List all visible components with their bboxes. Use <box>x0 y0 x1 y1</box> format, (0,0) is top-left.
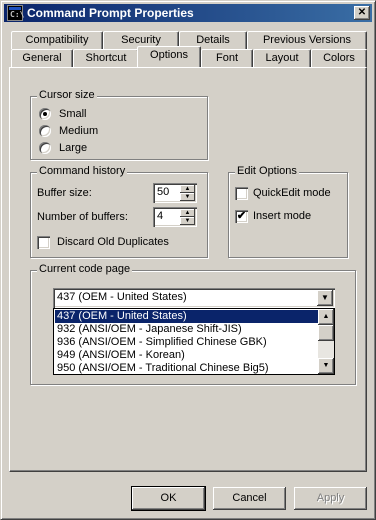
close-button[interactable]: ✕ <box>354 6 370 20</box>
discard-duplicates-label[interactable]: Discard Old Duplicates <box>57 236 169 249</box>
options-panel: Cursor size Small Medium Large Command h… <box>9 67 367 472</box>
cursor-large-radio[interactable] <box>39 142 51 154</box>
tab-label: Layout <box>265 52 299 64</box>
code-page-option[interactable]: 936 (ANSI/OEM - Simplified Chinese GBK) <box>55 336 318 349</box>
tab-label: Details <box>196 34 230 46</box>
code-page-option[interactable]: 950 (ANSI/OEM - Traditional Chinese Big5… <box>55 362 318 374</box>
cancel-button-label: Cancel <box>232 492 267 504</box>
tab-label: Colors <box>323 52 355 64</box>
code-page-select[interactable]: 437 (OEM - United States) ▼ <box>53 288 335 308</box>
command-history-legend: Command history <box>37 165 128 177</box>
tab-font[interactable]: Font <box>201 49 253 67</box>
code-page-group: Current code page 437 (OEM - United Stat… <box>30 263 356 385</box>
code-page-option[interactable]: 949 (ANSI/OEM - Korean) <box>55 349 318 362</box>
code-page-legend: Current code page <box>37 263 133 275</box>
num-buffers-stepper[interactable]: 4 ▲ ▼ <box>153 207 197 227</box>
close-icon: ✕ <box>357 7 367 18</box>
tab-label: General <box>22 52 62 64</box>
num-buffers-label: Number of buffers: <box>37 211 128 223</box>
scroll-thumb[interactable] <box>318 325 334 341</box>
properties-window: C:\ Command Prompt Properties ✕ Compatib… <box>0 0 376 520</box>
code-page-dropdown-list[interactable]: 437 (OEM - United States) 932 (ANSI/OEM … <box>53 308 335 375</box>
insert-mode-label[interactable]: Insert mode <box>253 210 311 223</box>
cursor-large-label[interactable]: Large <box>59 142 87 155</box>
tab-layout[interactable]: Layout <box>253 49 311 67</box>
cancel-button[interactable]: Cancel <box>213 487 286 510</box>
tab-shortcut[interactable]: Shortcut <box>73 49 139 67</box>
scroll-up-icon[interactable]: ▲ <box>318 309 334 325</box>
cursor-medium-label[interactable]: Medium <box>59 125 98 138</box>
ok-button[interactable]: OK <box>131 486 206 511</box>
tab-label: Compatibility <box>25 34 89 46</box>
num-buffers-up-icon[interactable]: ▲ <box>180 209 195 217</box>
tab-previous-versions[interactable]: Previous Versions <box>247 31 367 49</box>
tab-label: Previous Versions <box>262 34 352 46</box>
num-buffers-down-icon[interactable]: ▼ <box>180 217 195 225</box>
quickedit-checkbox[interactable] <box>235 187 248 200</box>
cursor-small-radio[interactable] <box>39 108 51 120</box>
chevron-down-icon[interactable]: ▼ <box>317 290 333 306</box>
buffer-size-down-icon[interactable]: ▼ <box>180 193 195 201</box>
insert-mode-checkbox[interactable]: ✔ <box>235 210 248 223</box>
discard-duplicates-checkbox[interactable] <box>37 236 50 249</box>
cursor-size-legend: Cursor size <box>37 89 97 101</box>
tab-label: Security <box>121 34 161 46</box>
code-page-selected-value: 437 (OEM - United States) <box>57 291 187 303</box>
buffer-size-stepper[interactable]: 50 ▲ ▼ <box>153 183 197 203</box>
scroll-down-icon[interactable]: ▼ <box>318 358 334 374</box>
num-buffers-value[interactable]: 4 <box>157 210 163 222</box>
tab-options[interactable]: Options <box>137 46 201 67</box>
buffer-size-up-icon[interactable]: ▲ <box>180 185 195 193</box>
quickedit-label[interactable]: QuickEdit mode <box>253 187 331 200</box>
cursor-size-group: Cursor size Small Medium Large <box>30 89 208 160</box>
tab-compatibility[interactable]: Compatibility <box>11 31 103 49</box>
cmd-icon: C:\ <box>7 5 25 21</box>
apply-button[interactable]: Apply <box>294 487 367 510</box>
code-page-option[interactable]: 437 (OEM - United States) <box>55 310 318 323</box>
window-title: Command Prompt Properties <box>27 6 194 20</box>
buffer-size-label: Buffer size: <box>37 187 92 199</box>
tab-label: Options <box>150 49 188 61</box>
cursor-small-label[interactable]: Small <box>59 108 87 121</box>
code-page-option[interactable]: 932 (ANSI/OEM - Japanese Shift-JIS) <box>55 323 318 336</box>
edit-options-group: Edit Options QuickEdit mode ✔ Insert mod… <box>228 165 348 258</box>
cursor-medium-radio[interactable] <box>39 125 51 137</box>
tab-general[interactable]: General <box>11 49 73 67</box>
tab-label: Shortcut <box>85 52 127 64</box>
command-history-group: Command history Buffer size: 50 ▲ ▼ Numb… <box>30 165 208 258</box>
apply-button-label: Apply <box>316 492 345 504</box>
tab-colors[interactable]: Colors <box>311 49 367 67</box>
tab-label: Font <box>215 52 238 64</box>
title-bar[interactable]: C:\ Command Prompt Properties ✕ <box>4 4 372 22</box>
checkmark-icon: ✔ <box>236 210 247 222</box>
buffer-size-value[interactable]: 50 <box>157 186 169 198</box>
cmd-icon-glyph: C:\ <box>10 10 25 19</box>
ok-button-label: OK <box>160 492 177 504</box>
code-page-scrollbar[interactable]: ▲ ▼ <box>318 309 334 374</box>
edit-options-legend: Edit Options <box>235 165 299 177</box>
